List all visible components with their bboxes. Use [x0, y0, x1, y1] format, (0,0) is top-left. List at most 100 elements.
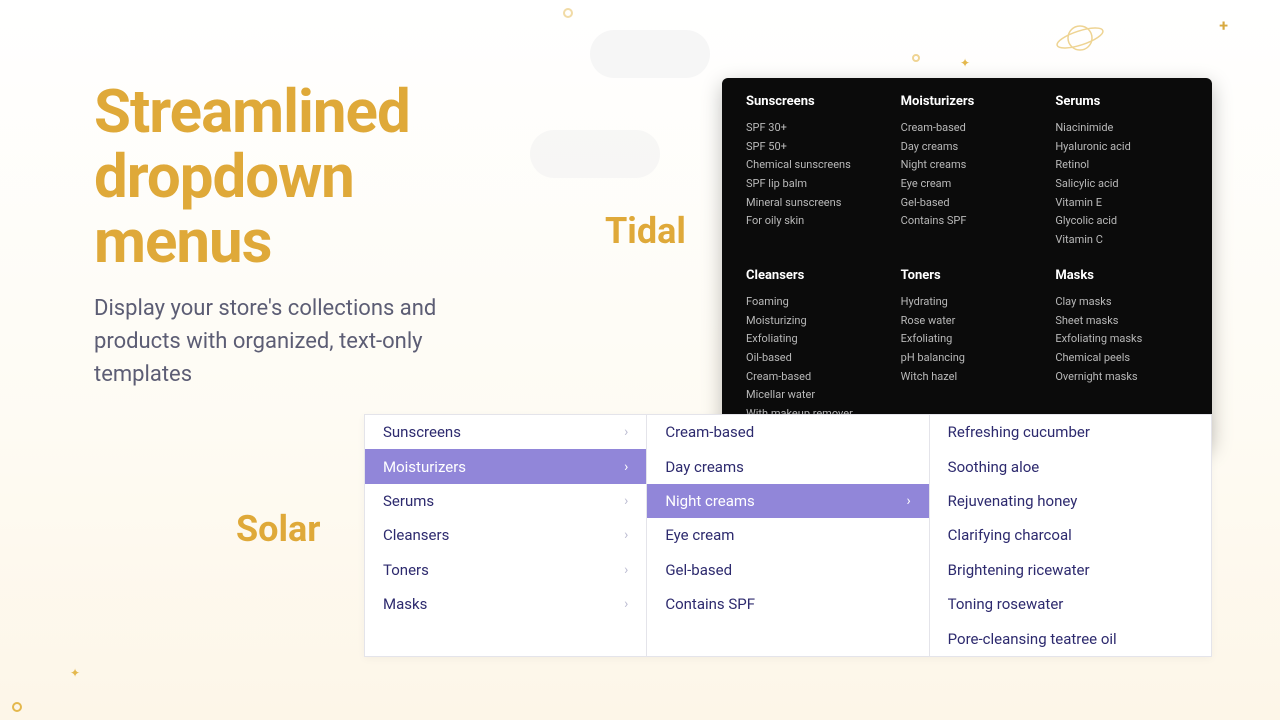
tidal-item[interactable]: Niacinimide — [1055, 119, 1188, 138]
tidal-item[interactable]: Night creams — [901, 156, 1034, 175]
solar-item[interactable]: Sunscreens › — [365, 415, 646, 449]
tidal-item[interactable]: Sheet masks — [1055, 312, 1188, 331]
solar-item-label: Gel-based — [665, 561, 732, 579]
tidal-mega-menu: Sunscreens SPF 30+SPF 50+Chemical sunscre… — [722, 78, 1212, 446]
hero: Streamlined dropdown menus Display your … — [94, 80, 514, 391]
chevron-right-icon: › — [624, 493, 628, 509]
circle-icon — [563, 8, 573, 18]
solar-item[interactable]: Eye cream — [647, 518, 928, 552]
hero-title: Streamlined dropdown menus — [94, 80, 514, 274]
tidal-column: Moisturizers Cream-basedDay creamsNight c… — [901, 94, 1034, 250]
tidal-heading[interactable]: Cleansers — [746, 268, 879, 283]
tidal-item[interactable]: pH balancing — [901, 349, 1034, 368]
tidal-heading[interactable]: Sunscreens — [746, 94, 879, 109]
solar-item[interactable]: Moisturizers› — [365, 449, 646, 483]
chevron-right-icon: › — [624, 596, 628, 612]
solar-item[interactable]: Toning rosewater — [930, 587, 1211, 621]
tidal-item[interactable]: Foaming — [746, 293, 879, 312]
tidal-item[interactable]: Rose water — [901, 312, 1034, 331]
tidal-item[interactable]: Retinol — [1055, 156, 1188, 175]
solar-item-label: Cleansers — [383, 526, 449, 544]
tidal-item[interactable]: SPF 50+ — [746, 138, 879, 157]
tidal-item[interactable]: Glycolic acid — [1055, 212, 1188, 231]
circle-icon — [912, 54, 920, 62]
planet-icon — [1050, 18, 1110, 62]
chevron-right-icon: › — [624, 527, 628, 543]
tidal-column: Serums NiacinimideHyaluronic acidRetinolS… — [1055, 94, 1188, 250]
tidal-item[interactable]: Gel-based — [901, 194, 1034, 213]
tidal-item[interactable]: Vitamin C — [1055, 231, 1188, 250]
solar-item-label: Pore-cleansing teatree oil — [948, 630, 1117, 648]
solar-item-label: Rejuvenating honey — [948, 492, 1078, 510]
sparkle-icon: ✦ — [70, 666, 80, 680]
tidal-column: Cleansers FoamingMoisturizingExfoliatingO… — [746, 268, 879, 424]
tidal-column: Sunscreens SPF 30+SPF 50+Chemical sunscre… — [746, 94, 879, 250]
tidal-item[interactable]: Exfoliating — [746, 330, 879, 349]
tidal-item[interactable]: Chemical sunscreens — [746, 156, 879, 175]
tidal-item[interactable]: Vitamin E — [1055, 194, 1188, 213]
chevron-right-icon: › — [906, 493, 910, 509]
tidal-item[interactable]: Exfoliating — [901, 330, 1034, 349]
tidal-item[interactable]: SPF lip balm — [746, 175, 879, 194]
solar-item[interactable]: Gel-based — [647, 553, 928, 587]
tidal-item[interactable]: Moisturizing — [746, 312, 879, 331]
tidal-item[interactable]: Clay masks — [1055, 293, 1188, 312]
solar-column-2: Cream-based Day creams Night creams › Eye cr… — [646, 415, 928, 656]
tidal-item[interactable]: Oil-based — [746, 349, 879, 368]
solar-item[interactable]: Day creams — [647, 449, 928, 483]
solar-cascading-menu: Sunscreens›Moisturizers›Serums›Cleansers… — [364, 414, 1212, 657]
sparkle-icon: ✦ — [960, 56, 970, 70]
tidal-item[interactable]: Cream-based — [746, 368, 879, 387]
tidal-heading[interactable]: Masks — [1055, 268, 1188, 283]
tidal-item[interactable]: Contains SPF — [901, 212, 1034, 231]
tidal-item[interactable]: Mineral sunscreens — [746, 194, 879, 213]
solar-item[interactable]: Pore-cleansing teatree oil — [930, 621, 1211, 655]
tidal-heading[interactable]: Serums — [1055, 94, 1188, 109]
tidal-item[interactable]: Salicylic acid — [1055, 175, 1188, 194]
solar-item-label: Moisturizers — [383, 458, 466, 476]
solar-item[interactable]: Cream-based — [647, 415, 928, 449]
tidal-item[interactable]: Hyaluronic acid — [1055, 138, 1188, 157]
tidal-item[interactable]: For oily skin — [746, 212, 879, 231]
solar-item-label: Sunscreens — [383, 423, 461, 441]
tidal-item[interactable]: Exfoliating masks — [1055, 330, 1188, 349]
chevron-right-icon: › — [624, 562, 628, 578]
tidal-item[interactable]: Hydrating — [901, 293, 1034, 312]
solar-item[interactable]: Refreshing cucumber — [930, 415, 1211, 449]
tidal-label: Tidal — [605, 210, 686, 252]
solar-item[interactable]: Cleansers › — [365, 518, 646, 552]
solar-item-label: Serums — [383, 492, 434, 510]
solar-item-label: Day creams — [665, 458, 744, 476]
tidal-item[interactable]: Cream-based — [901, 119, 1034, 138]
bg-blob — [590, 30, 710, 78]
solar-item-label: Toners — [383, 561, 429, 579]
solar-item[interactable]: Soothing aloe — [930, 449, 1211, 483]
solar-item-label: Clarifying charcoal — [948, 526, 1072, 544]
solar-column-1: Sunscreens›Moisturizers›Serums›Cleansers… — [365, 415, 646, 656]
solar-item[interactable]: Clarifying charcoal — [930, 518, 1211, 552]
tidal-item[interactable]: Chemical peels — [1055, 349, 1188, 368]
solar-column-3: Refreshing cucumber Soothing aloe Rejuvena… — [929, 415, 1211, 656]
solar-item[interactable]: Brightening ricewater — [930, 553, 1211, 587]
solar-item[interactable]: Contains SPF — [647, 587, 928, 621]
tidal-heading[interactable]: Toners — [901, 268, 1034, 283]
hero-subtitle: Display your store's collections and pro… — [94, 292, 514, 391]
tidal-item[interactable]: Micellar water — [746, 386, 879, 405]
tidal-item[interactable]: Eye cream — [901, 175, 1034, 194]
tidal-item[interactable]: SPF 30+ — [746, 119, 879, 138]
tidal-item[interactable]: Overnight masks — [1055, 368, 1188, 387]
tidal-column: Masks Clay masksSheet masksExfoliating ma… — [1055, 268, 1188, 424]
chevron-right-icon: › — [624, 424, 628, 440]
tidal-item[interactable]: Day creams — [901, 138, 1034, 157]
solar-item-label: Night creams — [665, 492, 754, 510]
solar-item[interactable]: Serums › — [365, 484, 646, 518]
solar-item-label: Cream-based — [665, 423, 754, 441]
solar-item[interactable]: Night creams › — [647, 484, 928, 518]
solar-label: Solar — [236, 508, 320, 550]
solar-item[interactable]: Masks› — [365, 587, 646, 621]
tidal-item[interactable]: Witch hazel — [901, 368, 1034, 387]
solar-item[interactable]: Rejuvenating honey — [930, 484, 1211, 518]
tidal-heading[interactable]: Moisturizers — [901, 94, 1034, 109]
solar-item-label: Soothing aloe — [948, 458, 1040, 476]
solar-item[interactable]: Toners › — [365, 553, 646, 587]
